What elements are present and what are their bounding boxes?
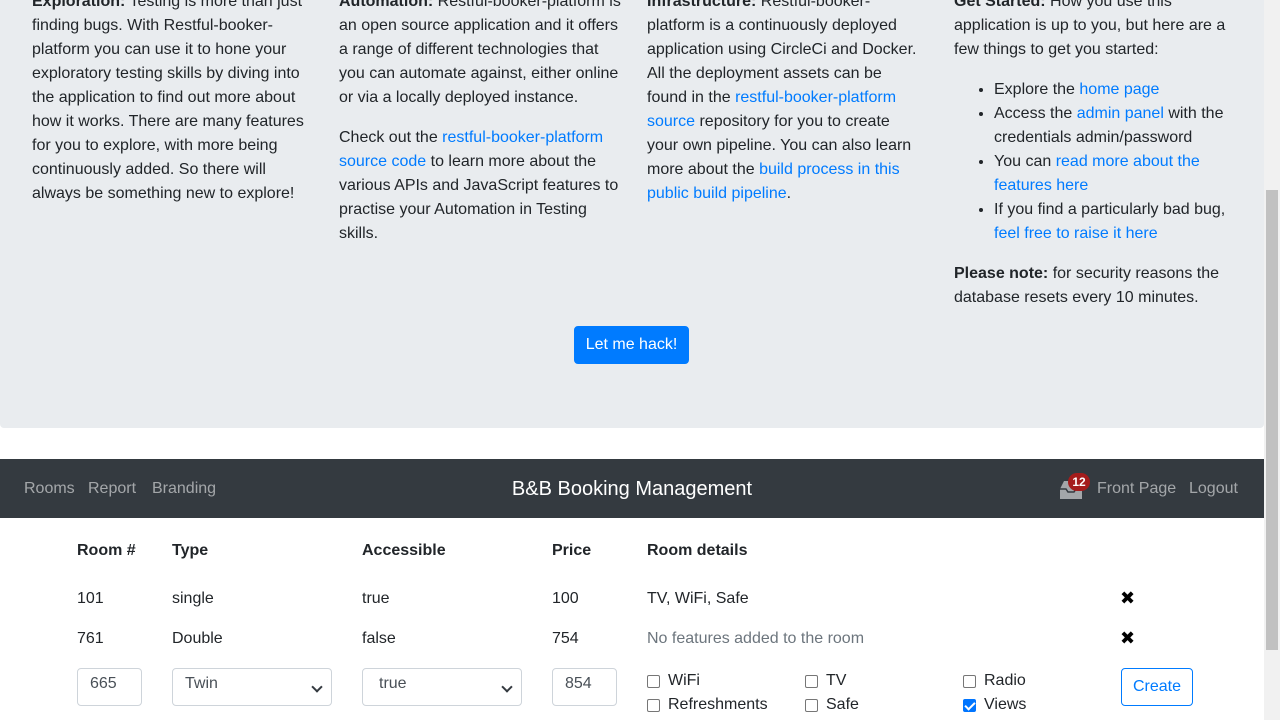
room-number-input[interactable]: 665 bbox=[77, 668, 142, 706]
wifi-label: WiFi bbox=[668, 672, 700, 689]
header-type: Type bbox=[172, 542, 209, 559]
room-details-cell: No features added to the room bbox=[647, 630, 865, 647]
infrastructure-column: Infrastructure: Restful-booker-platform … bbox=[647, 0, 922, 222]
automation-p2-text: Check out the bbox=[339, 129, 443, 146]
list-item: You can read more about the features her… bbox=[994, 150, 1236, 198]
close-icon[interactable]: ✖ bbox=[1120, 628, 1135, 648]
note-title: Please note: bbox=[954, 265, 1049, 282]
room-price-cell: 754 bbox=[552, 630, 579, 647]
accessible-value: true bbox=[379, 675, 407, 692]
exploration-text: Testing is more than just finding bugs. … bbox=[32, 0, 304, 202]
raise-bug-link[interactable]: feel free to raise it here bbox=[994, 225, 1158, 242]
list-item-text: You can bbox=[994, 153, 1056, 170]
checkbox-box[interactable] bbox=[805, 698, 818, 712]
automation-title: Automation: bbox=[339, 0, 434, 10]
tv-label: TV bbox=[826, 672, 847, 689]
refreshments-label: Refreshments bbox=[668, 696, 768, 713]
radio-label: Radio bbox=[984, 672, 1026, 689]
get-started-title: Get Started: bbox=[954, 0, 1046, 10]
room-type-select[interactable]: Twin bbox=[172, 668, 332, 706]
room-number-value: 665 bbox=[90, 675, 117, 692]
exploration-title: Exploration: bbox=[32, 0, 126, 10]
exploration-paragraph: Exploration: Testing is more than just f… bbox=[32, 0, 314, 206]
logout-link[interactable]: Logout bbox=[1189, 478, 1238, 500]
tv-checkbox[interactable]: TV bbox=[805, 670, 846, 692]
get-started-column: Get Started: How you use this applicatio… bbox=[954, 0, 1236, 326]
list-item: Access the admin panel with the credenti… bbox=[994, 102, 1236, 150]
room-accessible-cell: false bbox=[362, 630, 396, 647]
room-price-value: 854 bbox=[565, 675, 592, 692]
list-item: If you find a particularly bad bug, feel… bbox=[994, 198, 1236, 246]
radio-checkbox[interactable]: Radio bbox=[963, 670, 1026, 692]
checkbox-box[interactable] bbox=[647, 698, 660, 712]
views-checkbox[interactable]: Views bbox=[963, 694, 1026, 716]
list-item-text: If you find a particularly bad bug, bbox=[994, 201, 1226, 218]
page-scrollbar[interactable] bbox=[1264, 0, 1280, 720]
chevron-down-icon bbox=[311, 681, 323, 693]
room-number-cell: 761 bbox=[77, 630, 104, 647]
infrastructure-title: Infrastructure: bbox=[647, 0, 757, 10]
list-item-text: Explore the bbox=[994, 81, 1080, 98]
automation-text: Restful-booker-platform is an open sourc… bbox=[339, 0, 621, 106]
close-icon[interactable]: ✖ bbox=[1120, 588, 1135, 608]
infrastructure-paragraph: Infrastructure: Restful-booker-platform … bbox=[647, 0, 922, 206]
checkbox-box[interactable] bbox=[647, 674, 660, 688]
automation-paragraph-2: Check out the restful-booker-platform so… bbox=[339, 126, 621, 246]
views-label: Views bbox=[984, 696, 1027, 713]
room-price-cell: 100 bbox=[552, 590, 579, 607]
wifi-checkbox[interactable]: WiFi bbox=[647, 670, 700, 692]
front-page-link[interactable]: Front Page bbox=[1097, 478, 1176, 500]
get-started-paragraph: Get Started: How you use this applicatio… bbox=[954, 0, 1236, 62]
exploration-column: Exploration: Testing is more than just f… bbox=[32, 0, 314, 222]
safe-checkbox[interactable]: Safe bbox=[805, 694, 859, 716]
refreshments-checkbox[interactable]: Refreshments bbox=[647, 694, 768, 716]
room-type-cell: Double bbox=[172, 630, 223, 647]
accessible-select[interactable]: true bbox=[362, 668, 522, 706]
room-number-cell: 101 bbox=[77, 590, 104, 607]
room-price-input[interactable]: 854 bbox=[552, 668, 617, 706]
list-item-text: Access the bbox=[994, 105, 1077, 122]
header-room-details: Room details bbox=[647, 542, 748, 559]
header-room-number: Room # bbox=[77, 542, 136, 559]
scrollbar-thumb[interactable] bbox=[1266, 190, 1278, 650]
notification-count-badge: 12 bbox=[1068, 473, 1090, 491]
chevron-down-icon bbox=[501, 681, 513, 693]
room-accessible-cell: true bbox=[362, 590, 390, 607]
safe-label: Safe bbox=[826, 696, 859, 713]
checkbox-box[interactable] bbox=[805, 674, 818, 688]
let-me-hack-button[interactable]: Let me hack! bbox=[574, 326, 689, 364]
admin-navbar: Rooms Report Branding B&B Booking Manage… bbox=[0, 459, 1264, 518]
admin-panel-link[interactable]: admin panel bbox=[1077, 105, 1164, 122]
room-details-cell: TV, WiFi, Safe bbox=[647, 590, 749, 607]
get-started-list: Explore the home page Access the admin p… bbox=[954, 78, 1236, 246]
notifications-button[interactable]: 12 bbox=[1058, 473, 1094, 503]
automation-column: Automation: Restful-booker-platform is a… bbox=[339, 0, 621, 262]
checkbox-box[interactable] bbox=[963, 698, 976, 712]
header-price: Price bbox=[552, 542, 592, 559]
intro-jumbotron: Exploration: Testing is more than just f… bbox=[0, 0, 1264, 428]
automation-paragraph: Automation: Restful-booker-platform is a… bbox=[339, 0, 621, 110]
list-item: Explore the home page bbox=[994, 78, 1236, 102]
checkbox-box[interactable] bbox=[963, 674, 976, 688]
create-room-button[interactable]: Create bbox=[1121, 668, 1193, 706]
room-type-cell: single bbox=[172, 590, 214, 607]
infrastructure-text-end: . bbox=[786, 185, 792, 202]
home-page-link[interactable]: home page bbox=[1079, 81, 1159, 98]
security-note: Please note: for security reasons the da… bbox=[954, 262, 1236, 310]
room-type-value: Twin bbox=[185, 675, 218, 692]
header-accessible: Accessible bbox=[362, 542, 446, 559]
